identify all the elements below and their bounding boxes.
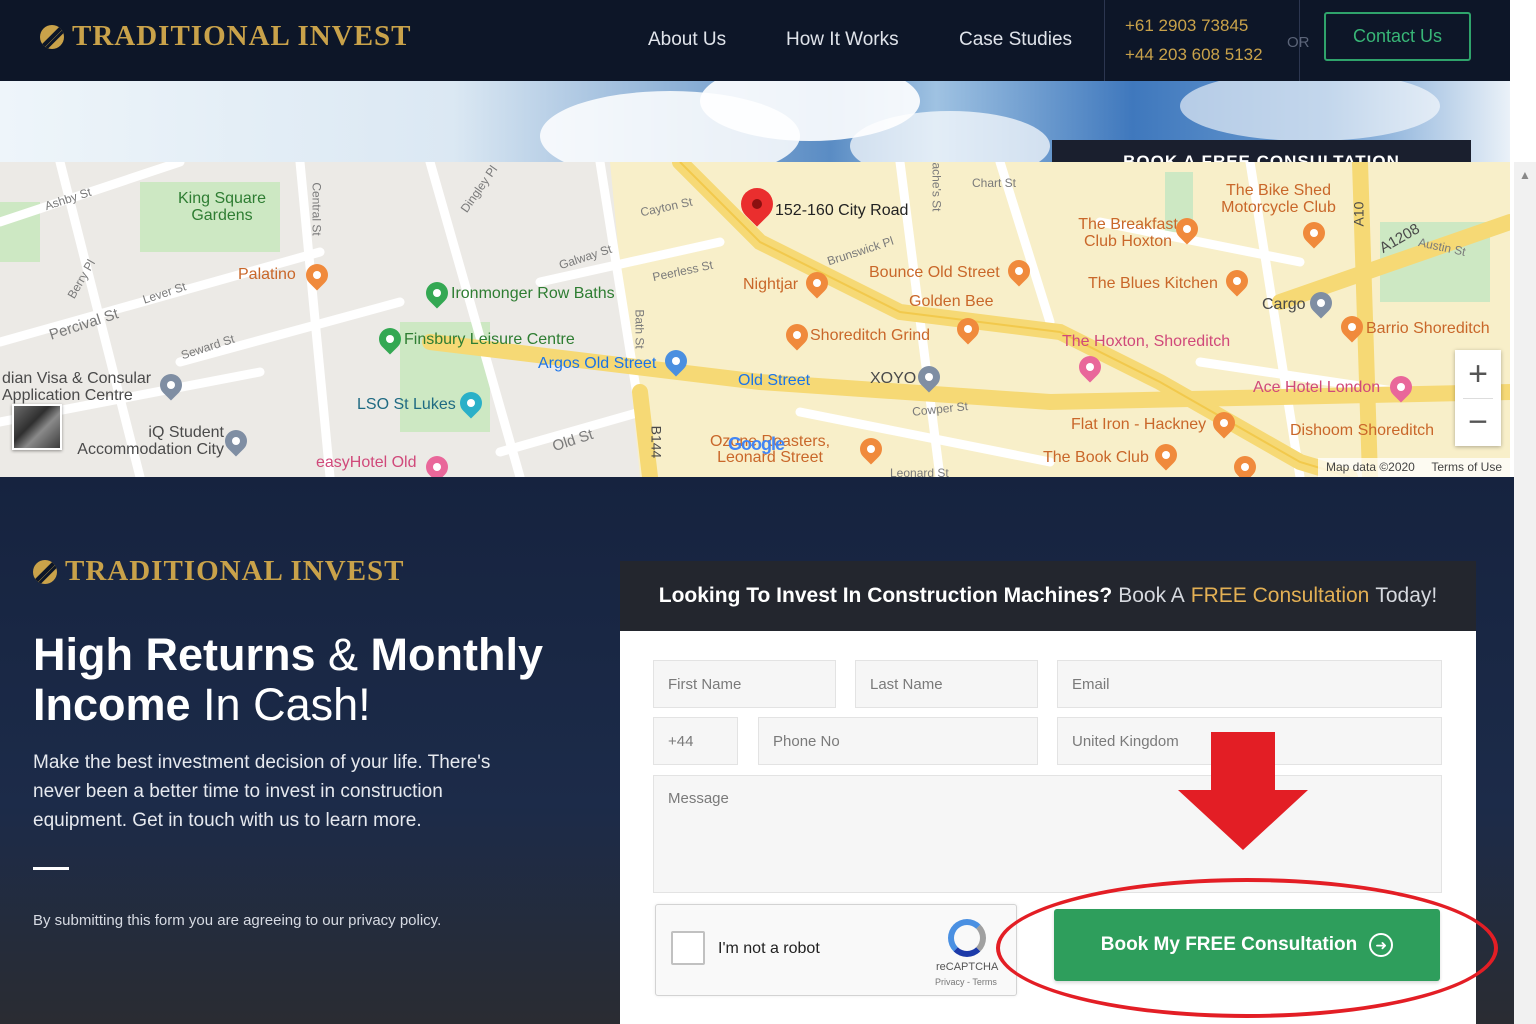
form-heading-bold: Looking To Invest In Construction Machin… — [658, 584, 1113, 607]
form-heading-soft: Book A — [1118, 584, 1185, 607]
street-label: Bath St — [632, 309, 647, 349]
zoom-out-button[interactable]: − — [1455, 398, 1501, 446]
logo-mark-icon — [40, 24, 64, 49]
map-zoom-controls: + − — [1455, 350, 1501, 446]
country-code-field[interactable]: +44 — [653, 717, 738, 765]
place-address[interactable]: 152-160 City Road — [775, 202, 908, 220]
place-finsbury[interactable]: Finsbury Leisure Centre — [404, 331, 575, 349]
place-blues-kitchen[interactable]: The Blues Kitchen — [1088, 275, 1218, 293]
recaptcha-label: I'm not a robot — [718, 940, 820, 957]
nav-how-it-works[interactable]: How It Works — [786, 29, 899, 51]
place-xoyo[interactable]: XOYO — [870, 370, 916, 388]
place-lso[interactable]: LSO St Lukes — [357, 396, 456, 414]
hero-title: High Returns & Monthly Income In Cash! — [33, 630, 593, 730]
google-logo: Google — [728, 434, 785, 454]
road-number: A10 — [1350, 201, 1367, 227]
recaptcha-widget: I'm not a robot reCAPTCHA Privacy - Term… — [655, 904, 1017, 996]
last-name-field[interactable]: Last Name — [855, 660, 1038, 708]
highlight-ellipse — [996, 878, 1498, 1018]
logo-mark-icon — [33, 559, 57, 584]
street-label: Central St — [309, 182, 324, 236]
place-bounce[interactable]: Bounce Old Street — [869, 264, 1000, 282]
place-argos[interactable]: Argos Old Street — [538, 355, 656, 373]
map-data-credit: Map data ©2020 — [1325, 460, 1415, 474]
map-terms-link[interactable]: Terms of Use — [1431, 460, 1502, 474]
google-map[interactable]: Ashby St Percival St Lever St Seward St … — [0, 162, 1510, 477]
title-bold-1: High Returns — [33, 629, 316, 680]
phone-au[interactable]: +61 2903 73845 — [1125, 16, 1248, 36]
message-field[interactable]: Message — [653, 775, 1442, 893]
zoom-in-button[interactable]: + — [1455, 350, 1501, 398]
or-separator: OR — [1287, 34, 1310, 51]
place-palatino[interactable]: Palatino — [238, 266, 296, 284]
place-iq-student[interactable]: iQ Student Accommodation City — [64, 424, 224, 458]
phone-uk[interactable]: +44 203 608 5132 — [1125, 45, 1263, 65]
place-golden-bee[interactable]: Golden Bee — [909, 293, 994, 311]
page-scrollbar[interactable]: ▲ — [1514, 162, 1536, 1024]
map-attribution: Map data ©2020 Terms of Use — [1317, 458, 1510, 477]
phone-field[interactable]: Phone No — [758, 717, 1038, 765]
place-barrio[interactable]: Barrio Shoreditch — [1366, 320, 1490, 338]
place-bike-shed[interactable]: The Bike Shed Motorcycle Club — [1216, 182, 1341, 216]
recaptcha-brand: reCAPTCHA — [936, 961, 999, 973]
street-view-thumbnail[interactable] — [12, 404, 62, 450]
logo-text: TRADITIONAL INVEST — [72, 20, 412, 52]
form-heading: Looking To Invest In Construction Machin… — [620, 561, 1476, 631]
place-king-square[interactable]: King Square Gardens — [172, 190, 272, 224]
recaptcha-terms[interactable]: Privacy - Terms — [935, 977, 997, 987]
privacy-note: By submitting this form you are agreeing… — [33, 912, 442, 929]
place-easyhotel[interactable]: easyHotel Old — [316, 454, 417, 472]
site-header: TRADITIONAL INVEST About Us How It Works… — [0, 0, 1510, 81]
place-ironmonger[interactable]: Ironmonger Row Baths — [451, 285, 615, 303]
scroll-up-icon[interactable]: ▲ — [1519, 168, 1531, 182]
place-hoxton[interactable]: The Hoxton, Shoreditch — [1062, 333, 1230, 351]
down-arrow-annotation-icon — [1178, 732, 1308, 850]
street-label: Bache's St — [929, 162, 944, 212]
street-label: Chart St — [972, 176, 1017, 190]
title-light-1: & — [315, 629, 371, 680]
hero-description: Make the best investment decision of you… — [33, 752, 491, 831]
header-logo[interactable]: TRADITIONAL INVEST — [40, 20, 412, 53]
email-field[interactable]: Email — [1057, 660, 1442, 708]
recaptcha-checkbox[interactable] — [671, 931, 705, 965]
place-book-club[interactable]: The Book Club — [1043, 449, 1149, 467]
footer-logo[interactable]: TRADITIONAL INVEST — [33, 555, 405, 588]
place-cargo[interactable]: Cargo — [1262, 296, 1306, 314]
first-name-field[interactable]: First Name — [653, 660, 836, 708]
phone-block: +61 2903 73845 +44 203 608 5132 — [1104, 0, 1300, 81]
nav-about-us[interactable]: About Us — [648, 29, 726, 51]
place-breakfast-club[interactable]: The Breakfast Club Hoxton — [1068, 216, 1188, 250]
place-old-street[interactable]: Old Street — [738, 372, 810, 390]
road-number: B144 — [648, 425, 665, 459]
logo-text: TRADITIONAL INVEST — [65, 555, 405, 587]
place-flat-iron[interactable]: Flat Iron - Hackney — [1071, 416, 1206, 434]
title-light-2: In Cash! — [190, 679, 371, 730]
contact-us-button[interactable]: Contact Us — [1324, 12, 1471, 61]
divider — [33, 867, 69, 870]
form-heading-gold: FREE Consultation — [1190, 584, 1370, 607]
place-ace-hotel[interactable]: Ace Hotel London — [1253, 379, 1380, 397]
place-nightjar[interactable]: Nightjar — [743, 276, 798, 294]
book-consultation-tab[interactable]: BOOK A FREE CONSULTATION — [1052, 140, 1471, 162]
street-label: Leonard St — [890, 466, 949, 477]
place-shoreditch-grind[interactable]: Shoreditch Grind — [810, 327, 930, 345]
place-dishoom[interactable]: Dishoom Shoreditch — [1290, 422, 1434, 440]
recaptcha-icon — [948, 919, 986, 957]
place-visa-centre[interactable]: dian Visa & Consular Application Centre — [2, 370, 162, 404]
nav-case-studies[interactable]: Case Studies — [959, 29, 1072, 51]
form-heading-end: Today! — [1375, 584, 1438, 607]
